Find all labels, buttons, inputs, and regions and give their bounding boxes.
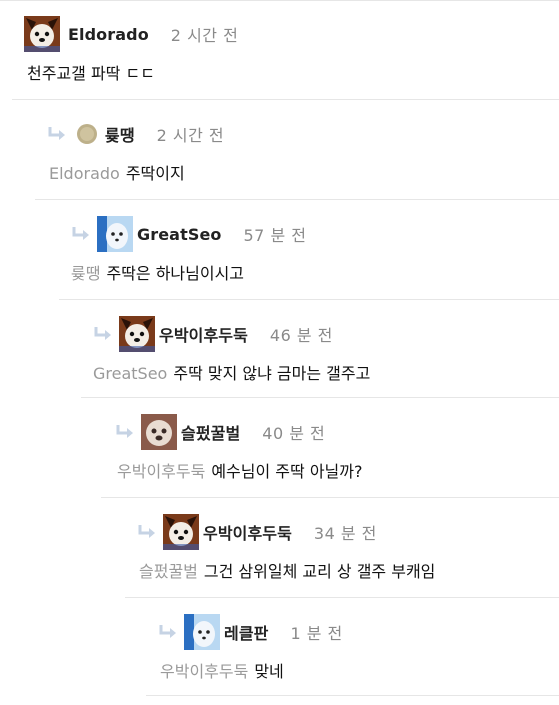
comment-text: 맞네: [254, 662, 284, 681]
comment-header: 레클판 1 분 전: [158, 613, 343, 651]
blurred-dog-avatar[interactable]: [141, 414, 177, 450]
comment-header: 륮땡 2 시간 전: [47, 115, 224, 153]
comment-body: 천주교갤 파딱 ㄷㄷ: [27, 60, 155, 84]
comment-text: 예수님이 주딱 아닐까?: [211, 462, 363, 481]
comment-time: 2 시간 전: [170, 26, 239, 45]
comment-item: Eldorado 2 시간 전 천주교갤 파딱 ㄷㄷ: [12, 0, 559, 100]
dog-avatar[interactable]: [163, 514, 199, 550]
reply-arrow-icon: [48, 127, 65, 140]
ghost-avatar[interactable]: [184, 614, 220, 650]
comment-item: 우박이후두둑 46 분 전 GreatSeo 주딱 맞지 않냐 금마는 갤주고: [81, 300, 559, 398]
comment-text: 주딱 맞지 않냐 금마는 갤주고: [173, 364, 371, 383]
reply-arrow-icon: [138, 525, 155, 538]
comment-time: 2 시간 전: [156, 126, 225, 145]
comment-body: 륮땡 주딱은 하나님이시고: [71, 260, 244, 284]
author-name[interactable]: 우박이후두둑: [203, 520, 292, 544]
dog-avatar[interactable]: [119, 316, 155, 352]
mention-user[interactable]: 우박이후두둑: [117, 462, 205, 481]
comment-header: 슬펐꿀벌 40 분 전: [115, 413, 325, 451]
author-name[interactable]: 우박이후두둑: [159, 322, 248, 346]
mention-user[interactable]: 우박이후두둑: [160, 662, 248, 681]
author-name[interactable]: 레클판: [224, 620, 268, 644]
comment-item: 슬펐꿀벌 40 분 전 우박이후두둑 예수님이 주딱 아닐까?: [101, 398, 559, 498]
author-name[interactable]: 슬펐꿀벌: [181, 420, 240, 444]
reply-arrow-icon: [159, 625, 176, 638]
comment-time: 46 분 전: [269, 326, 333, 345]
ghost-avatar[interactable]: [97, 216, 133, 252]
comment-body: Eldorado 주딱이지: [49, 160, 185, 184]
comment-text: 주딱은 하나님이시고: [106, 264, 245, 283]
comment-body: 슬펐꿀벌 그건 삼위일체 교리 상 갤주 부캐임: [139, 558, 435, 582]
reply-arrow-icon: [72, 227, 89, 240]
reply-arrow-icon: [94, 327, 111, 340]
reply-arrow-icon: [116, 425, 133, 438]
comment-text: 주딱이지: [125, 164, 185, 183]
comment-item: 우박이후두둑 34 분 전 슬펐꿀벌 그건 삼위일체 교리 상 갤주 부캐임: [125, 498, 559, 598]
mention-user[interactable]: Eldorado: [49, 164, 120, 183]
dog-avatar[interactable]: [24, 16, 60, 52]
mention-user[interactable]: GreatSeo: [93, 364, 167, 383]
comment-time: 1 분 전: [290, 624, 343, 643]
comment-header: 우박이후두둑 46 분 전: [93, 315, 333, 353]
comment-header: Eldorado 2 시간 전: [24, 15, 238, 53]
comment-text: 천주교갤 파딱 ㄷㄷ: [27, 64, 155, 83]
comment-item: 륮땡 2 시간 전 Eldorado 주딱이지: [35, 100, 559, 200]
comment-body: GreatSeo 주딱 맞지 않냐 금마는 갤주고: [93, 360, 370, 384]
comment-header: 우박이후두둑 34 분 전: [137, 513, 377, 551]
author-name[interactable]: Eldorado: [68, 25, 149, 44]
mention-user[interactable]: 륮땡: [71, 264, 100, 283]
comment-item: GreatSeo 57 분 전 륮땡 주딱은 하나님이시고: [59, 200, 559, 300]
comment-body: 우박이후두둑 예수님이 주딱 아닐까?: [117, 458, 362, 482]
comment-time: 40 분 전: [262, 424, 326, 443]
comment-text: 그건 삼위일체 교리 상 갤주 부캐임: [203, 562, 436, 581]
author-name[interactable]: 륮땡: [105, 122, 135, 146]
comment-time: 34 분 전: [313, 524, 377, 543]
comment-body: 우박이후두둑 맞네: [160, 658, 284, 682]
comment-header: GreatSeo 57 분 전: [71, 215, 306, 253]
author-name[interactable]: GreatSeo: [137, 225, 222, 244]
comment-item: 레클판 1 분 전 우박이후두둑 맞네: [146, 598, 559, 696]
mention-user[interactable]: 슬펐꿀벌: [139, 562, 198, 581]
beige-circle-avatar[interactable]: [77, 124, 97, 144]
comment-time: 57 분 전: [243, 226, 307, 245]
